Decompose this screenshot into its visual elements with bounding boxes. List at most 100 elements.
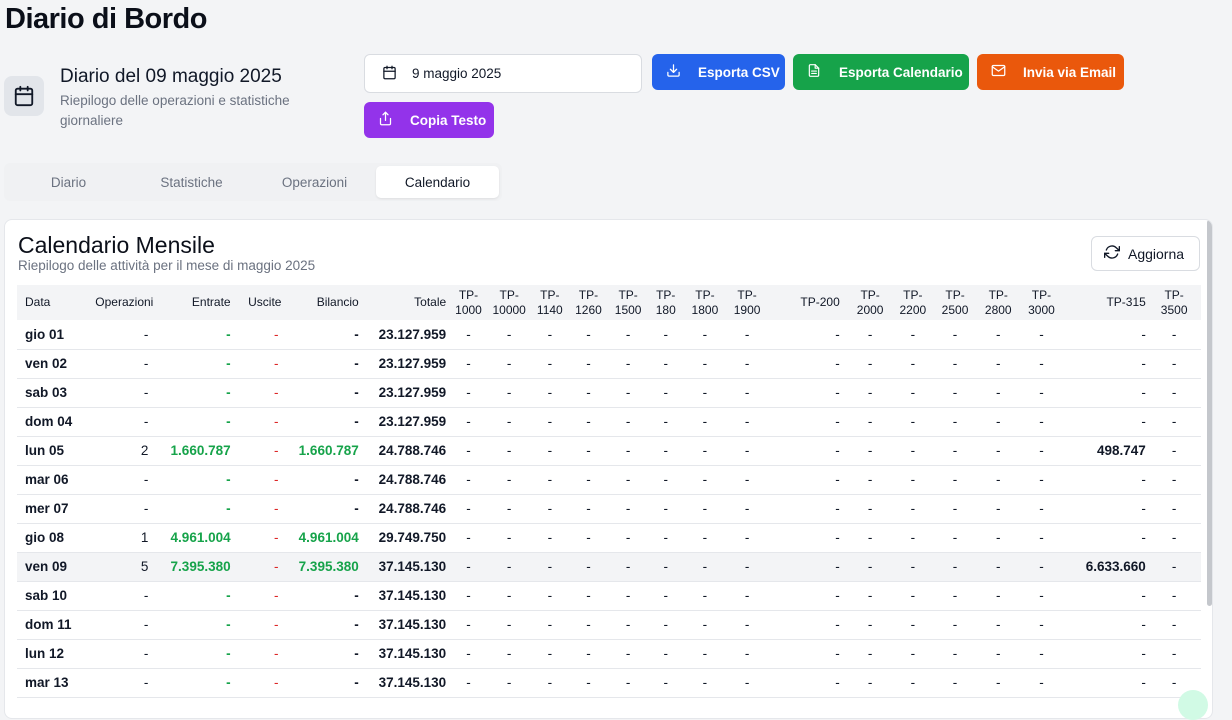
col-tp[interactable]: TP-2800 [977, 285, 1020, 320]
cell-tp: - [1039, 326, 1044, 342]
cell-expenses: - [273, 675, 279, 690]
cell-tp: - [586, 675, 591, 690]
cell-tp: - [702, 675, 708, 690]
cell-date: mar 06 [25, 472, 69, 487]
cell-tp: - [1171, 472, 1177, 487]
export-csv-button[interactable]: Esporta CSV [652, 54, 785, 90]
cell-tp: - [1039, 617, 1044, 632]
col-operations[interactable]: Operazioni [80, 285, 157, 320]
col-tp[interactable]: TP-2000 [848, 285, 893, 320]
table-row[interactable]: lun 12 - - - - 37.145.130 - - - - - - - - - - - - - - - - - [17, 639, 1201, 668]
cell-tp: - [910, 356, 916, 371]
refresh-button[interactable]: Aggiorna [1091, 236, 1200, 271]
tab-bar: Diario Statistiche Operazioni Calendario [4, 163, 502, 201]
cell-balance: - [354, 588, 359, 603]
date-picker[interactable]: 9 maggio 2025 [364, 54, 642, 93]
cell-tp: - [586, 326, 591, 342]
cell-tp: - [867, 675, 873, 690]
cell-tp: - [506, 646, 512, 661]
table-row[interactable]: dom 11 - - - - 37.145.130 - - - - - - - - - - - - - - - - - [17, 610, 1201, 639]
col-tp[interactable]: TP-1140 [532, 285, 569, 320]
cell-tp: - [1039, 646, 1044, 661]
cell-balance: 4.961.004 [298, 530, 359, 545]
col-tp[interactable]: TP-1500 [609, 285, 648, 320]
cell-balance: - [354, 326, 359, 342]
send-email-button[interactable]: Invia via Email [977, 54, 1124, 90]
table-row[interactable]: mar 13----37.145.130----------------- [17, 668, 1201, 697]
file-text-icon [807, 63, 821, 81]
cell-tp: - [1194, 436, 1201, 465]
tab-operazioni[interactable]: Operazioni [253, 166, 376, 198]
tab-statistiche[interactable]: Statistiche [130, 166, 253, 198]
col-expenses[interactable]: Uscite [235, 285, 286, 320]
export-calendar-button[interactable]: Esporta Calendario [793, 54, 969, 90]
cell-income: - [226, 588, 231, 603]
col-tp[interactable]: TP-2500 [933, 285, 977, 320]
table-row[interactable]: sab 10 - - - - 37.145.130 - - - - - - - - - - - - - - - - - [17, 581, 1201, 610]
cell-tp: - [702, 646, 708, 661]
cell-tp: - [547, 356, 553, 371]
cell-tp: - [506, 356, 512, 371]
cell-balance: - [354, 472, 359, 487]
cell-tp: - [744, 588, 750, 603]
col-tp[interactable]: TP-1900 [726, 285, 769, 320]
col-tp[interactable]: 4 [1194, 285, 1201, 320]
table-row[interactable]: dom 04 - - - - 23.127.959 - - - - - - - - - - - - - - - - - [17, 407, 1201, 436]
cell-tp: - [506, 501, 512, 516]
cell-total: 23.127.959 [378, 326, 447, 342]
cell-operations: - [143, 356, 149, 371]
cell-income: - [226, 326, 231, 342]
cell-tp: - [547, 588, 553, 603]
col-income[interactable]: Entrate [157, 285, 234, 320]
table-row[interactable]: sab 03 - - - - 23.127.959 - - - - - - - - - - - - - - - - - [17, 378, 1201, 407]
table-row[interactable]: gio 08 1 4.961.004 - 4.961.004 29.749.750 - - - -… [17, 523, 1201, 552]
col-balance[interactable]: Bilancio [285, 285, 362, 320]
cell-tp: - [1141, 414, 1146, 429]
cell-tp: - [952, 646, 958, 661]
col-tp[interactable]: TP-2200 [893, 285, 934, 320]
tab-diario[interactable]: Diario [7, 166, 130, 198]
col-tp[interactable]: TP-10000 [487, 285, 532, 320]
scrollbar[interactable] [1207, 220, 1212, 606]
table-row[interactable]: ven 09 5 7.395.380 - 7.395.380 37.145.130 - - - -… [17, 552, 1201, 581]
cell-tp: - [995, 530, 1001, 545]
table-row[interactable]: ven 02 - - - - 23.127.959 - - - - - - - - - - - - - - - - - [17, 349, 1201, 378]
cell-tp: - [466, 617, 471, 632]
cell-expenses: - [273, 646, 279, 661]
help-bubble[interactable] [1178, 690, 1208, 720]
col-total[interactable]: Totale [363, 285, 450, 320]
cell-tp: - [835, 385, 840, 400]
col-date[interactable]: Data [17, 285, 80, 320]
table-row[interactable]: gio 01 - - - - 23.127.959 - - - - - - - - - - - - - - - - - [17, 320, 1201, 349]
col-tp[interactable]: TP-1260 [568, 285, 609, 320]
calendar-icon [4, 76, 44, 116]
cell-income: - [226, 414, 231, 429]
cell-tp: - [995, 501, 1001, 516]
cell-tp: - [995, 443, 1001, 458]
calendar-table-wrap[interactable]: Data Operazioni Entrate Uscite Bilancio … [17, 285, 1201, 718]
col-tp[interactable]: TP-180 [647, 285, 684, 320]
cell-tp: - [506, 588, 512, 603]
cell-tp: - [625, 443, 631, 458]
col-tp[interactable]: TP-3500 [1154, 285, 1195, 320]
cell-tp: - [506, 530, 512, 545]
cell-tp: 6.633.660 [1085, 559, 1146, 574]
cell-tp: - [835, 617, 840, 632]
cell-tp: - [663, 559, 669, 574]
copy-text-button[interactable]: Copia Testo [364, 102, 494, 138]
col-tp[interactable]: TP-315 [1063, 285, 1154, 320]
table-row[interactable]: lun 05 2 1.660.787 - 1.660.787 24.788.746 - - - -… [17, 436, 1201, 465]
col-tp[interactable]: TP-3000 [1020, 285, 1064, 320]
cell-balance: 7.395.380 [298, 559, 359, 574]
cell-tp: - [835, 675, 840, 690]
cell-total: 37.145.130 [378, 617, 447, 632]
cell-tp: - [1171, 646, 1177, 661]
tab-calendario[interactable]: Calendario [376, 166, 499, 198]
col-tp[interactable]: TP-200 [768, 285, 847, 320]
table-row[interactable]: mar 06 - - - - 24.788.746 - - - - - - - - - - - - - - - - - [17, 465, 1201, 494]
cell-tp: - [835, 414, 840, 429]
cell-tp: - [952, 617, 958, 632]
table-row[interactable]: mer 07 - - - - 24.788.746 - - - - - - - - - - - - - - - - - [17, 494, 1201, 523]
col-tp[interactable]: TP-1000 [450, 285, 487, 320]
col-tp[interactable]: TP-1800 [684, 285, 726, 320]
